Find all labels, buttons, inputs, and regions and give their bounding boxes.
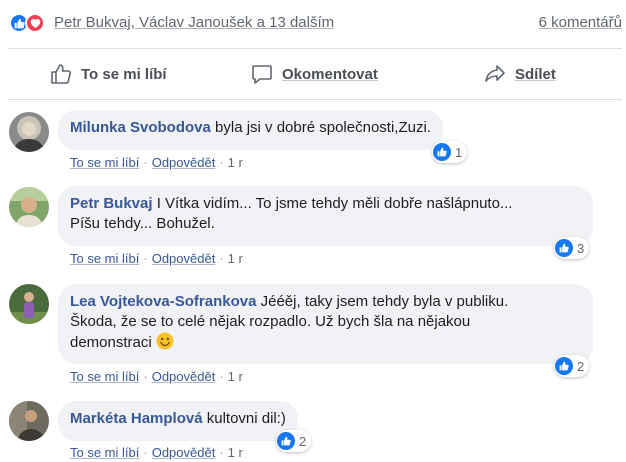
like-icon <box>277 432 295 450</box>
comment-like-link[interactable]: To se mi líbí <box>70 445 139 460</box>
comment-meta: To se mi líbí · Odpovědět · 1 r <box>70 251 243 266</box>
comment-meta: To se mi líbí · Odpovědět · 1 r <box>70 369 243 384</box>
divider <box>8 99 622 100</box>
comment-text: byla jsi v dobré společnosti,Zuzi. <box>215 119 431 136</box>
smiley-emoji-icon <box>156 332 174 350</box>
comment-reaction-count[interactable]: 3 <box>554 237 590 259</box>
comment-like-link[interactable]: To se mi líbí <box>70 155 139 170</box>
comment-author[interactable]: Markéta Hamplová <box>70 410 203 427</box>
like-icon <box>555 357 573 375</box>
reaction-count: 3 <box>577 240 585 256</box>
comment-time[interactable]: 1 r <box>228 445 243 460</box>
comment-text: demonstraci <box>70 334 152 351</box>
comment-text: Píšu tehdy... Bohužel. <box>70 215 215 232</box>
reactions-summary: Petr Bukvaj, Václav Janoušek a 13 dalším… <box>0 0 626 48</box>
reaction-count: 2 <box>299 433 307 449</box>
like-icon <box>433 143 451 161</box>
action-bar: To se mi líbí Okomentovat Sdílet <box>0 49 626 99</box>
avatar[interactable] <box>9 112 49 152</box>
comment-bubble: Petr Bukvaj I Vítka vidím... To jsme teh… <box>58 186 593 246</box>
comment-author[interactable]: Lea Vojtekova-Sofrankova <box>70 293 256 310</box>
comment-bubble: Milunka Svobodova byla jsi v dobré spole… <box>58 110 443 150</box>
comment-reaction-count[interactable]: 2 <box>554 355 590 377</box>
comment-author[interactable]: Petr Bukvaj <box>70 195 153 212</box>
reactors-link[interactable]: Petr Bukvaj, Václav Janoušek a 13 dalším <box>54 14 334 31</box>
comment-reply-link[interactable]: Odpovědět <box>152 251 216 266</box>
thumbs-up-icon <box>51 64 71 84</box>
comment-bubble: Markéta Hamplová kultovni dil:) <box>58 401 298 441</box>
comment-reaction-count[interactable]: 1 <box>432 141 468 163</box>
comment-author[interactable]: Milunka Svobodova <box>70 119 211 136</box>
avatar[interactable] <box>9 401 49 441</box>
comment-like-link[interactable]: To se mi líbí <box>70 369 139 384</box>
comment-time[interactable]: 1 r <box>228 251 243 266</box>
comment-bubble: Lea Vojtekova-Sofrankova Jééěj, taky jse… <box>58 284 593 364</box>
comment-meta: To se mi líbí · Odpovědět · 1 r <box>70 445 243 460</box>
comment-text: I Vítka vidím... To jsme tehdy měli dobř… <box>156 195 513 212</box>
share-arrow-icon <box>485 65 505 82</box>
share-button-label: Sdílet <box>515 65 556 83</box>
comment-text: kultovni dil:) <box>206 410 286 427</box>
reaction-count: 2 <box>577 358 585 374</box>
comment-reply-link[interactable]: Odpovědět <box>152 445 216 460</box>
avatar[interactable] <box>9 284 49 324</box>
like-button[interactable]: To se mi líbí <box>49 61 167 87</box>
comment-time[interactable]: 1 r <box>228 155 243 170</box>
comment-reply-link[interactable]: Odpovědět <box>152 369 216 384</box>
reaction-icons[interactable] <box>9 13 49 33</box>
comment-reaction-count[interactable]: 2 <box>276 430 312 452</box>
speech-bubble-icon <box>252 65 272 84</box>
comment-text: Škoda, že se to celé nějak rozpadlo. Už … <box>70 313 471 330</box>
like-button-label: To se mi líbí <box>81 65 167 83</box>
reaction-count: 1 <box>455 144 463 160</box>
share-button[interactable]: Sdílet <box>483 61 556 87</box>
comment-meta: To se mi líbí · Odpovědět · 1 r <box>70 155 243 170</box>
comment-button[interactable]: Okomentovat <box>250 61 378 87</box>
comment-text: Jééěj, taky jsem tehdy byla v publiku. <box>260 293 509 310</box>
like-icon <box>555 239 573 257</box>
comment-button-label: Okomentovat <box>282 65 378 83</box>
avatar[interactable] <box>9 187 49 227</box>
comments-count-link[interactable]: 6 komentářů <box>539 14 622 31</box>
love-icon <box>25 13 45 33</box>
comment-like-link[interactable]: To se mi líbí <box>70 251 139 266</box>
comment-reply-link[interactable]: Odpovědět <box>152 155 216 170</box>
comment-time[interactable]: 1 r <box>228 369 243 384</box>
